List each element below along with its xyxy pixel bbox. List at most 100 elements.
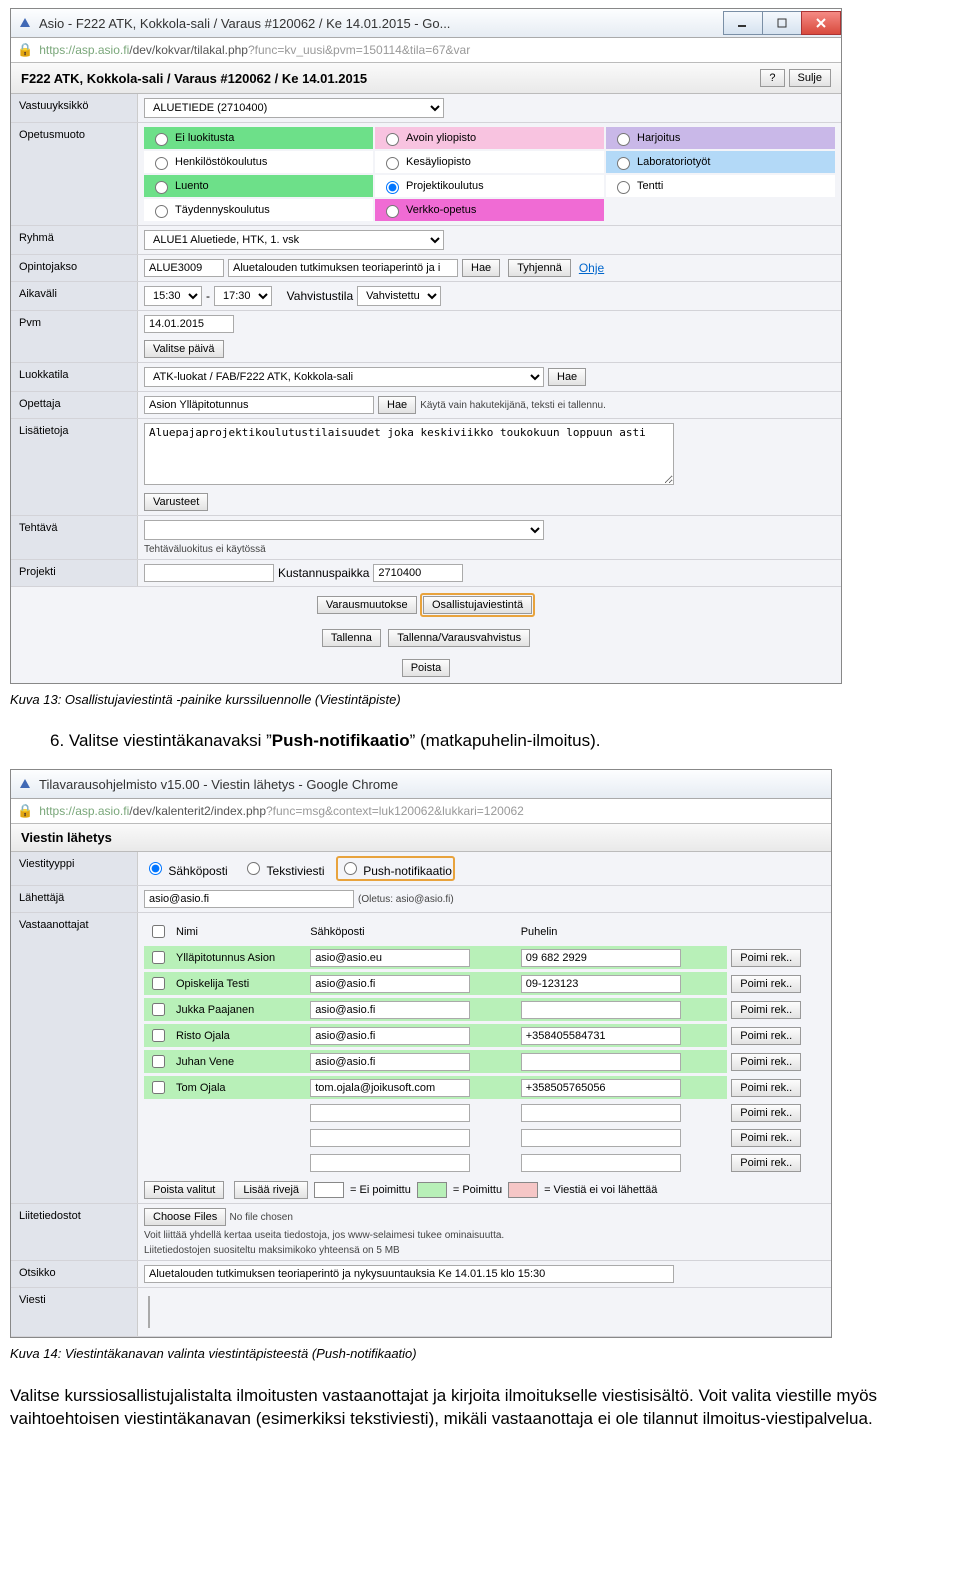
hae-button[interactable]: Hae — [462, 259, 500, 277]
recipient-phone-input[interactable] — [521, 949, 681, 967]
tehtava-select[interactable] — [144, 520, 544, 540]
opettaja-label: Opettaja — [11, 392, 138, 418]
radio-harjoitus[interactable]: Harjoitus — [606, 127, 835, 149]
poimi-rek-button[interactable]: Poimi rek.. — [731, 1027, 801, 1045]
legend-row: Poista valitut Lisää rivejä = Ei poimitt… — [144, 1181, 825, 1199]
poimi-rek-button[interactable]: Poimi rek.. — [731, 1079, 801, 1097]
opintojakso-code-input[interactable] — [144, 259, 224, 277]
radio-luento[interactable]: Luento — [144, 175, 373, 197]
radio-sahkoposti[interactable]: Sähköposti — [144, 859, 228, 878]
poista-button[interactable]: Poista — [402, 659, 451, 677]
liitetiedostot-label: Liitetiedostot — [11, 1204, 138, 1260]
vastuuyksikko-select[interactable]: ALUETIEDE (2710400) — [144, 98, 444, 118]
sulje-button[interactable]: Sulje — [789, 69, 831, 87]
recipient-email-input[interactable] — [310, 1079, 470, 1097]
time-from-select[interactable]: 15:30 — [144, 286, 202, 306]
radio-taydennyskoulutus[interactable]: Täydennyskoulutus — [144, 199, 373, 221]
recipient-phone-input[interactable] — [521, 1079, 681, 1097]
body-paragraph: Valitse kurssiosallistujalistalta ilmoit… — [10, 1385, 950, 1431]
figure-caption-14: Kuva 14: Viestintäkanavan valinta viesti… — [10, 1346, 950, 1361]
tyhjenna-button[interactable]: Tyhjennä — [508, 259, 571, 277]
pvm-input[interactable] — [144, 315, 234, 333]
radio-avoinyliopisto[interactable]: Avoin yliopisto — [375, 127, 604, 149]
radio-tentti[interactable]: Tentti — [606, 175, 835, 197]
recipient-phone-input[interactable] — [521, 1027, 681, 1045]
opintojakso-desc-input[interactable] — [228, 259, 458, 277]
tallenna-varausvahvistus-button[interactable]: Tallenna/Varausvahvistus — [388, 629, 530, 647]
empty-phone-input[interactable] — [521, 1104, 681, 1122]
varusteet-button[interactable]: Varusteet — [144, 493, 208, 511]
projekti-input[interactable] — [144, 564, 274, 582]
recipient-email-input[interactable] — [310, 1001, 470, 1019]
hae-luokkatila-button[interactable]: Hae — [548, 368, 586, 386]
empty-email-input[interactable] — [310, 1104, 470, 1122]
recipient-checkbox[interactable] — [152, 1029, 165, 1042]
recipient-checkbox[interactable] — [152, 1081, 165, 1094]
ohje-link[interactable]: Ohje — [579, 261, 604, 275]
recipient-checkbox[interactable] — [152, 951, 165, 964]
minimize-button[interactable] — [723, 11, 763, 35]
luokkatila-select[interactable]: ATK-luokat / FAB/F222 ATK, Kokkola-sali — [144, 367, 544, 387]
select-all-checkbox[interactable] — [152, 925, 165, 938]
poimi-rek-button[interactable]: Poimi rek.. — [731, 1104, 801, 1122]
radio-tekstiviesti[interactable]: Tekstiviesti — [242, 859, 324, 878]
page-title-2: Viestin lähetys — [21, 830, 821, 845]
recipient-phone-input[interactable] — [521, 975, 681, 993]
poimi-rek-button[interactable]: Poimi rek.. — [731, 949, 801, 967]
recipient-email-input[interactable] — [310, 1053, 470, 1071]
recipient-email-input[interactable] — [310, 949, 470, 967]
close-button[interactable] — [801, 11, 841, 35]
empty-phone-input[interactable] — [521, 1129, 681, 1147]
varausmuutokse-button[interactable]: Varausmuutokse — [317, 596, 417, 614]
otsikko-label: Otsikko — [11, 1261, 138, 1287]
vahvistustila-select[interactable]: Vahvistettu — [357, 286, 441, 306]
recipient-checkbox[interactable] — [152, 1003, 165, 1016]
address-bar: 🔒 https://asp.asio.fi/dev/kokvar/tilakal… — [11, 38, 841, 63]
recipient-email-input[interactable] — [310, 975, 470, 993]
ryhma-select[interactable]: ALUE1 Aluetiede, HTK, 1. vsk — [144, 230, 444, 250]
lisaa-riveja-button[interactable]: Lisää rivejä — [234, 1181, 308, 1199]
radio-laboratoriotyot[interactable]: Laboratoriotyöt — [606, 151, 835, 173]
tallenna-button[interactable]: Tallenna — [322, 629, 381, 647]
valitse-paiva-button[interactable]: Valitse päivä — [144, 340, 224, 358]
poimi-rek-button[interactable]: Poimi rek.. — [731, 975, 801, 993]
recipient-phone-input[interactable] — [521, 1053, 681, 1071]
time-to-select[interactable]: 17:30 — [214, 286, 272, 306]
recipients-table: Nimi Sähköposti Puhelin Ylläpitotunnus A… — [144, 917, 825, 1177]
vastuuyksikko-label: Vastuuyksikkö — [11, 94, 138, 122]
window-title: Asio - F222 ATK, Kokkola-sali / Varaus #… — [39, 16, 724, 31]
poimi-rek-button[interactable]: Poimi rek.. — [731, 1001, 801, 1019]
instruction-6: 6. Valitse viestintäkanavaksi ”Push-noti… — [50, 731, 950, 751]
recipient-phone-input[interactable] — [521, 1001, 681, 1019]
hae-opettaja-button[interactable]: Hae — [378, 396, 416, 414]
radio-projektikoulutus[interactable]: Projektikoulutus — [375, 175, 604, 197]
radio-eiluokitusta[interactable]: Ei luokitusta — [144, 127, 373, 149]
viesti-textarea[interactable] — [148, 1296, 150, 1328]
maximize-button[interactable] — [762, 11, 802, 35]
recipient-checkbox[interactable] — [152, 1055, 165, 1068]
empty-phone-input[interactable] — [521, 1154, 681, 1172]
lahettaja-input[interactable] — [144, 890, 354, 908]
empty-email-input[interactable] — [310, 1154, 470, 1172]
lock-icon-2: 🔒 — [17, 803, 33, 819]
recipient-checkbox[interactable] — [152, 977, 165, 990]
attachment-note-1: Voit liittää yhdellä kertaa useita tiedo… — [144, 1230, 504, 1241]
radio-push-notifikaatio[interactable]: Push-notifikaatio — [339, 864, 452, 878]
radio-kesayliopisto[interactable]: Kesäyliopisto — [375, 151, 604, 173]
otsikko-input[interactable] — [144, 1265, 674, 1283]
choose-files-button[interactable]: Choose Files — [144, 1208, 226, 1226]
poimi-rek-button[interactable]: Poimi rek.. — [731, 1129, 801, 1147]
poista-valitut-button[interactable]: Poista valitut — [144, 1181, 224, 1199]
radio-henkilostokoulutus[interactable]: Henkilöstökoulutus — [144, 151, 373, 173]
kustannuspaikka-input[interactable] — [373, 564, 463, 582]
help-button[interactable]: ? — [760, 69, 784, 87]
ryhma-label: Ryhmä — [11, 226, 138, 254]
recipient-email-input[interactable] — [310, 1027, 470, 1045]
osallistujaviestinta-button[interactable]: Osallistujaviestintä — [423, 596, 532, 614]
poimi-rek-button[interactable]: Poimi rek.. — [731, 1154, 801, 1172]
lisatietoja-textarea[interactable]: Aluepajaprojektikoulutustilaisuudet joka… — [144, 423, 674, 485]
opettaja-input[interactable] — [144, 396, 374, 414]
poimi-rek-button[interactable]: Poimi rek.. — [731, 1053, 801, 1071]
empty-email-input[interactable] — [310, 1129, 470, 1147]
radio-verkkoopetus[interactable]: Verkko-opetus — [375, 199, 604, 221]
